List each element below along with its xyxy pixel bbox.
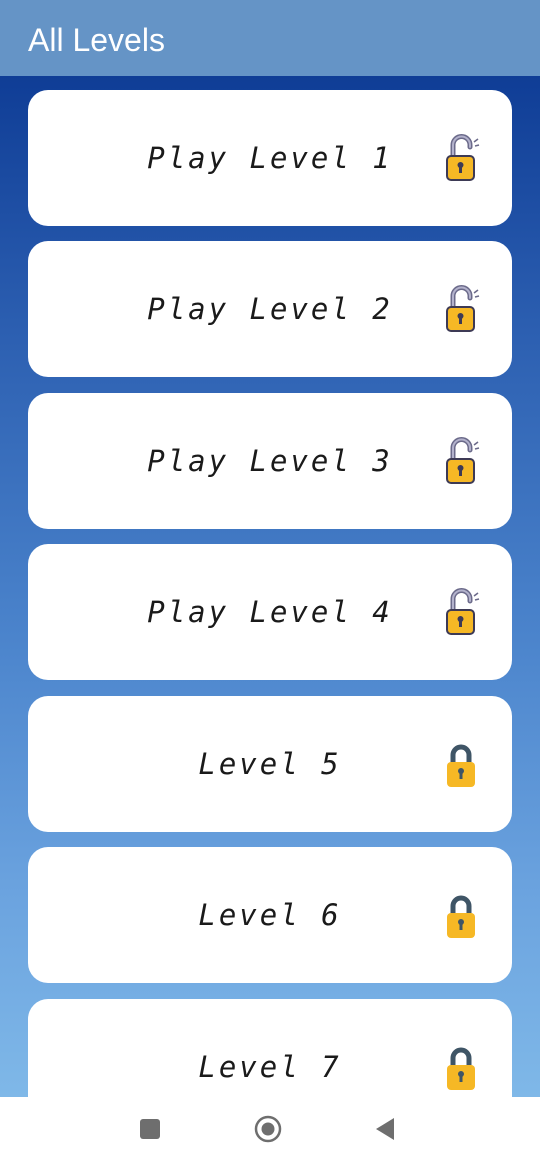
level-label: Play Level 3 — [147, 444, 393, 478]
page-title: All Levels — [28, 21, 165, 58]
level-card-2[interactable]: Play Level 2 — [28, 241, 512, 377]
level-label: Play Level 1 — [147, 141, 393, 175]
level-card-5[interactable]: Level 5 — [28, 696, 512, 832]
level-card-7[interactable]: Level 7 — [28, 999, 512, 1097]
unlocked-padlock-icon — [446, 437, 480, 484]
app-bar: All Levels — [0, 0, 540, 76]
level-card-3[interactable]: Play Level 3 — [28, 393, 512, 529]
level-card-1[interactable]: Play Level 1 — [28, 90, 512, 226]
locked-padlock-icon — [447, 895, 475, 938]
level-card-6[interactable]: Level 6 — [28, 847, 512, 983]
home-circle-icon[interactable] — [250, 1111, 286, 1147]
level-card-4[interactable]: Play Level 4 — [28, 544, 512, 680]
locked-padlock-icon — [447, 1047, 475, 1090]
level-label: Level 5 — [198, 747, 342, 781]
system-navigation-bar — [0, 1097, 540, 1162]
level-label: Level 6 — [198, 898, 342, 932]
level-label: Play Level 2 — [147, 292, 393, 326]
unlocked-padlock-icon — [446, 285, 480, 332]
levels-list[interactable]: Play Level 1 Play Level 2 Play Level 3 P… — [0, 76, 540, 1097]
unlocked-padlock-icon — [446, 588, 480, 635]
level-label: Level 7 — [198, 1050, 342, 1084]
recents-square-icon[interactable] — [132, 1111, 168, 1147]
locked-padlock-icon — [447, 744, 475, 787]
unlocked-padlock-icon — [446, 134, 480, 181]
level-label: Play Level 4 — [147, 595, 393, 629]
back-triangle-icon[interactable] — [367, 1111, 403, 1147]
